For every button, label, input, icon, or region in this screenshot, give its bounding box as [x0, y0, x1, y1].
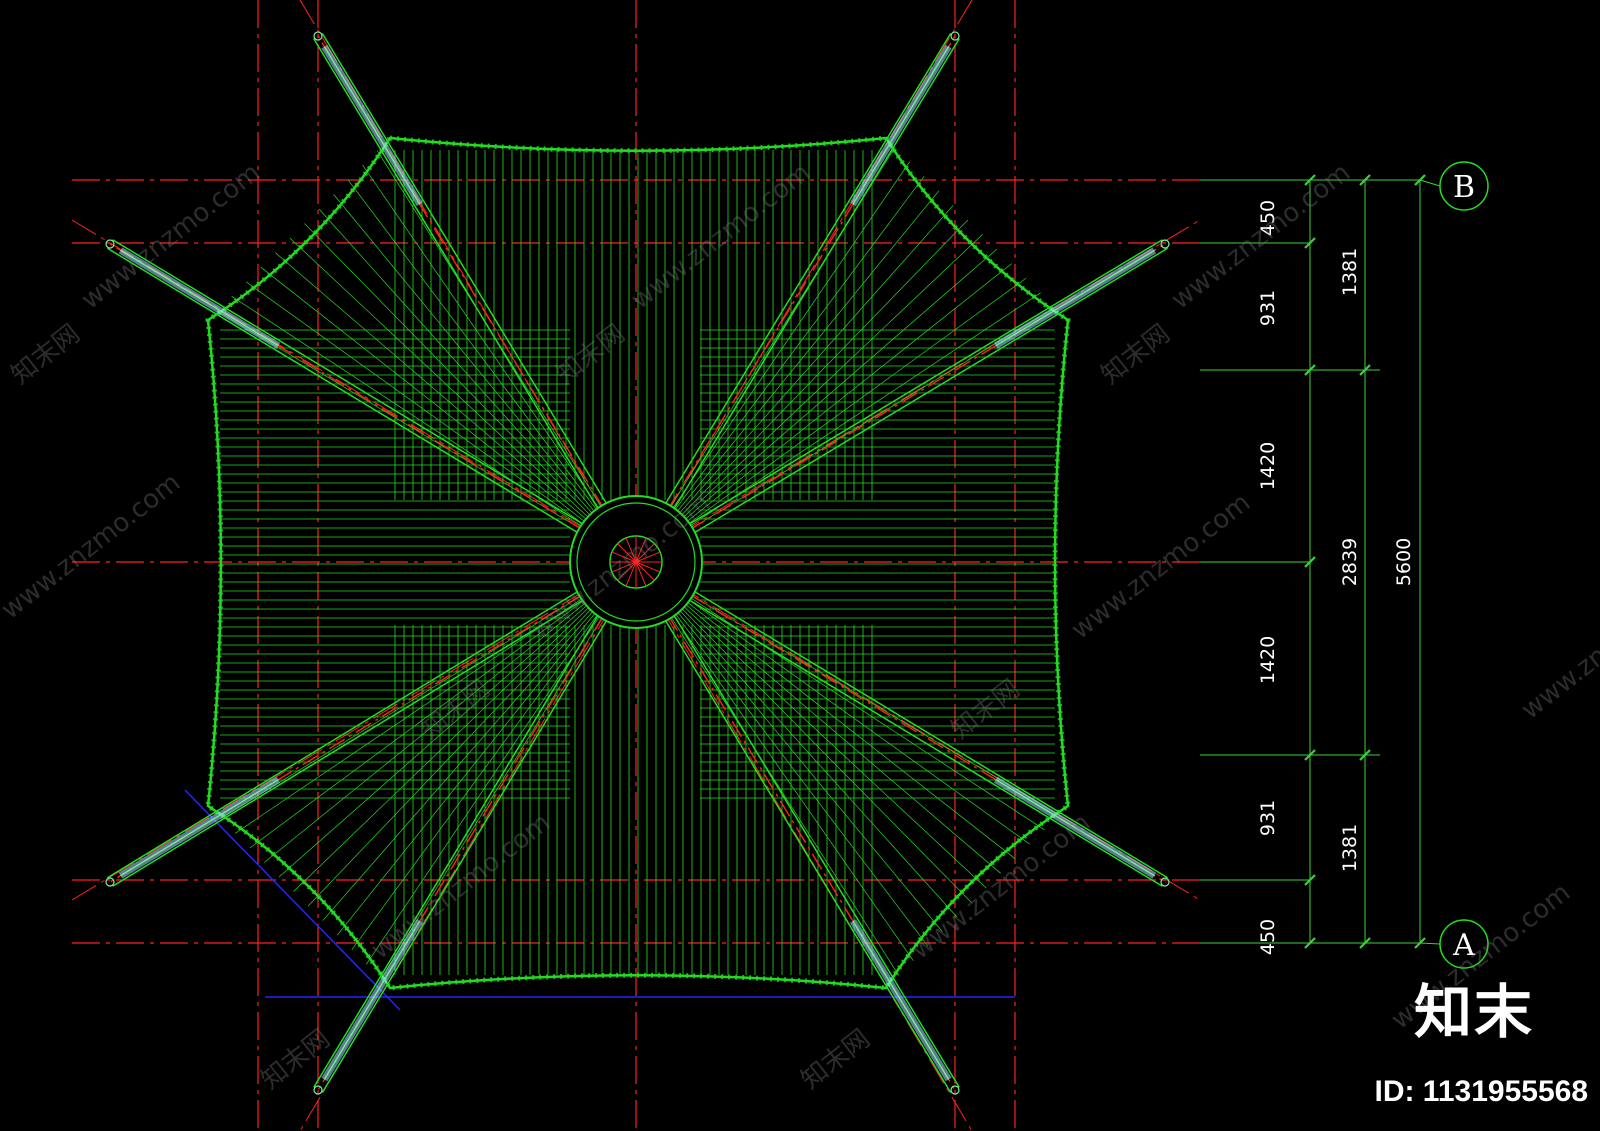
dim-text-inner-2: 931 [1257, 290, 1279, 326]
brand-logo: 知末 [1413, 978, 1534, 1046]
rib-edge-b-5 [321, 564, 641, 1093]
rib-edge-b-7 [107, 247, 634, 567]
watermark-site-2: www.znzmo.com [626, 158, 816, 316]
dim-text-inner-5: 931 [1257, 800, 1279, 836]
mast-strut-edge-1 [852, 46, 950, 205]
dim-text-inner-3: 1420 [1257, 442, 1279, 490]
dim-text-middle-2: 2839 [1339, 538, 1361, 586]
membrane-fan-line [635, 561, 987, 889]
grid-leader-bottom [1419, 942, 1441, 945]
watermark-site-8: www.znzmo.com [366, 808, 556, 966]
grid-leader-top [1419, 179, 1441, 187]
membrane-fan-line [260, 266, 637, 563]
dim-text-inner-4: 1420 [1257, 636, 1279, 684]
membrane-fan-line [635, 561, 943, 932]
mast-strut-edge-0 [323, 46, 421, 205]
rib-edge-a-0 [321, 33, 641, 560]
membrane-fan-line [635, 561, 958, 918]
watermark-site-1: www.znzmo.com [76, 158, 266, 316]
membrane-fan-line [635, 561, 1016, 860]
membrane-fan-line [275, 252, 637, 563]
watermark-site-6: www.znzmo.com [1066, 488, 1256, 646]
dimension-lines: 450 931 1420 1420 931 450 1381 2839 1381… [1200, 174, 1441, 955]
watermark-brand-3: 知末网 [1096, 319, 1176, 391]
grid-label-top: B [1453, 170, 1475, 205]
image-id-label: ID: 1131955568 [1374, 1075, 1588, 1108]
mast-strut-edge-2 [995, 249, 1155, 347]
watermark-brand-7: 知末网 [796, 1024, 876, 1096]
membrane-fan-line [318, 208, 637, 563]
watermark-brand-2: 知末网 [551, 319, 631, 391]
cad-drawing-canvas: 450 931 1420 1420 931 450 1381 2839 1381… [0, 0, 1600, 1131]
dim-text-inner-6: 450 [1257, 919, 1279, 955]
dim-text-middle-1: 1381 [1339, 248, 1361, 296]
membrane-fan-line [366, 561, 637, 965]
watermark-site-7: www.znzmo.com [1516, 568, 1600, 726]
dim-text-overall: 5600 [1393, 538, 1415, 586]
grid-axis-labels: B A [1439, 161, 1489, 969]
dim-text-middle-3: 1381 [1339, 824, 1361, 872]
rib-edge-a-2 [638, 247, 1168, 567]
watermark-site-4: www.znzmo.com [0, 468, 186, 626]
watermark-site-9: www.znzmo.com [906, 808, 1096, 966]
watermark-brand-6: 知末网 [256, 1024, 336, 1096]
watermark-brand-1: 知末网 [6, 319, 86, 391]
